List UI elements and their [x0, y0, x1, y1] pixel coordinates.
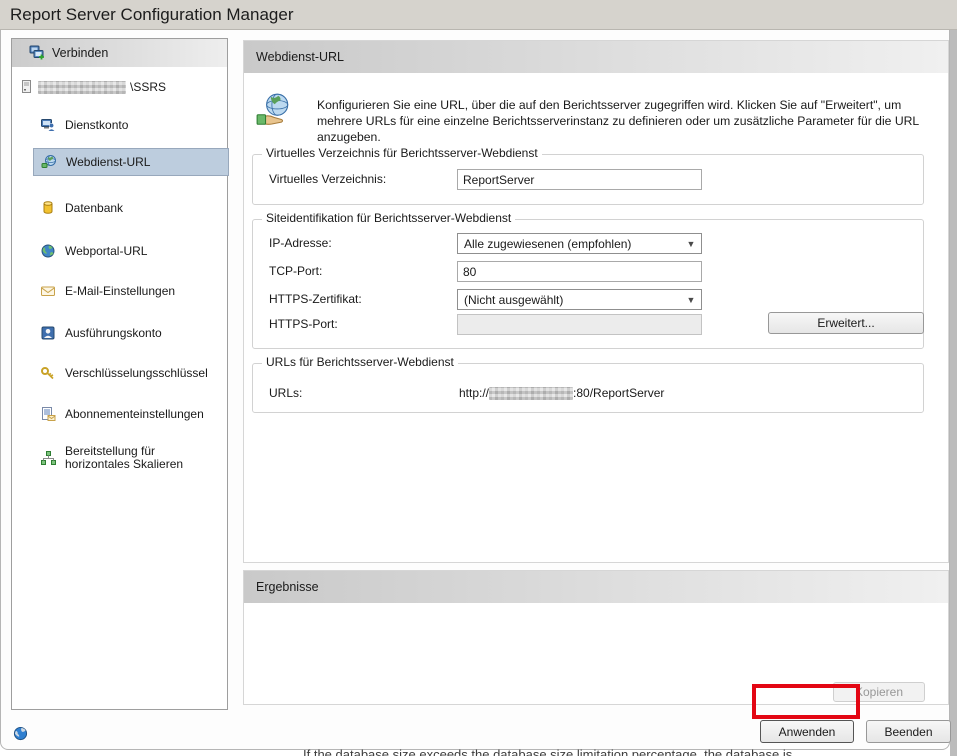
execution-account-icon	[40, 325, 56, 341]
groupbox-title: URLs für Berichtsserver-Webdienst	[262, 356, 458, 369]
https-certificate-label: HTTPS-Zertifikat:	[269, 289, 362, 310]
sidebar-header-label: Verbinden	[52, 46, 108, 60]
apply-button[interactable]: Anwenden	[760, 720, 854, 743]
virtual-directory-label: Virtuelles Verzeichnis:	[269, 169, 386, 190]
tcp-port-label: TCP-Port:	[269, 261, 322, 282]
sidebar-item-webdienst-url[interactable]: Webdienst-URL	[33, 148, 229, 176]
https-certificate-value: (Nicht ausgewählt)	[464, 293, 563, 307]
background-clipped-text: If the database size exceeds the databas…	[303, 747, 957, 756]
sidebar-item-label: Abonnementeinstellungen	[65, 408, 204, 421]
chevron-down-icon: ▼	[681, 295, 701, 305]
sidebar-item-verschluesselungsschluessel[interactable]: Verschlüsselungsschlüssel	[33, 359, 229, 387]
exit-button[interactable]: Beenden	[866, 720, 951, 743]
report-server-url-link[interactable]: http:// :80/ReportServer	[459, 383, 664, 404]
window-title: Report Server Configuration Manager	[10, 5, 293, 25]
globe-hand-icon	[255, 91, 293, 132]
window-right-edge	[950, 30, 957, 756]
sidebar-item-label: Verschlüsselungsschlüssel	[65, 367, 208, 380]
panel-description: Konfigurieren Sie eine URL, über die auf…	[317, 97, 937, 145]
email-settings-icon	[40, 283, 56, 299]
encryption-key-icon	[40, 365, 56, 381]
results-title: Ergebnisse	[256, 580, 319, 594]
sidebar-header-connect: Verbinden	[12, 39, 227, 67]
https-port-input	[457, 314, 702, 335]
groupbox-title: Siteidentifikation für Berichtsserver-We…	[262, 212, 515, 225]
webservice-url-panel: Webdienst-URL Konfigurieren Sie eine URL…	[243, 40, 949, 563]
sidebar-item-label: Webportal-URL	[65, 245, 147, 258]
https-port-label: HTTPS-Port:	[269, 314, 338, 335]
web-service-url-icon	[41, 154, 57, 170]
sidebar-item-label: Webdienst-URL	[66, 156, 150, 169]
masked-server-name	[38, 81, 126, 94]
database-icon	[40, 200, 56, 216]
sidebar-item-label: Bereitstellung für horizontales Skaliere…	[65, 445, 223, 471]
server-instance-suffix: \SSRS	[130, 80, 166, 94]
report-server-configuration-manager-window: Report Server Configuration Manager Verb…	[0, 0, 957, 756]
url-prefix: http://	[459, 386, 489, 400]
annotation-highlight-red-box	[752, 684, 860, 719]
advanced-button[interactable]: Erweitert...	[768, 312, 924, 334]
sidebar-item-label: Datenbank	[65, 202, 123, 215]
panel-title: Webdienst-URL	[256, 50, 344, 64]
status-globe-icon	[13, 726, 28, 744]
web-portal-url-icon	[40, 243, 56, 259]
title-bar: Report Server Configuration Manager	[0, 0, 957, 30]
sidebar-item-ausfuehrungskonto[interactable]: Ausführungskonto	[33, 319, 229, 347]
sidebar-item-dienstkonto[interactable]: Dienstkonto	[33, 111, 229, 139]
masked-hostname	[489, 387, 573, 400]
sidebar-item-abonnementeinstellungen[interactable]: Abonnementeinstellungen	[33, 400, 229, 428]
virtual-directory-input[interactable]	[457, 169, 702, 190]
sidebar-item-email-einstellungen[interactable]: E-Mail-Einstellungen	[33, 277, 229, 305]
scale-out-deployment-icon	[40, 450, 56, 466]
https-certificate-select[interactable]: (Nicht ausgewählt) ▼	[457, 289, 702, 310]
chevron-down-icon: ▼	[681, 239, 701, 249]
connect-computers-icon	[29, 45, 45, 61]
results-header: Ergebnisse	[244, 571, 948, 603]
sidebar-item-label: Dienstkonto	[65, 119, 128, 132]
sidebar-item-label: E-Mail-Einstellungen	[65, 285, 175, 298]
sidebar-item-webportal-url[interactable]: Webportal-URL	[33, 237, 229, 265]
urls-label: URLs:	[269, 383, 302, 404]
sidebar-item-label: Ausführungskonto	[65, 327, 162, 340]
service-account-icon	[40, 117, 56, 133]
groupbox-title: Virtuelles Verzeichnis für Berichtsserve…	[262, 147, 542, 160]
server-tree-node[interactable]: \SSRS	[18, 75, 166, 99]
ip-address-label: IP-Adresse:	[269, 233, 332, 254]
url-suffix: :80/ReportServer	[573, 386, 664, 400]
server-icon	[18, 79, 34, 95]
tcp-port-input[interactable]	[457, 261, 702, 282]
subscription-settings-icon	[40, 406, 56, 422]
ip-address-select[interactable]: Alle zugewiesenen (empfohlen) ▼	[457, 233, 702, 254]
panel-header: Webdienst-URL	[244, 41, 948, 73]
sidebar-item-datenbank[interactable]: Datenbank	[33, 194, 229, 222]
dialog-body: Verbinden \SSRS Dienstkonto Webdien	[0, 30, 950, 750]
sidebar: Verbinden \SSRS Dienstkonto Webdien	[11, 38, 228, 710]
sidebar-item-bereitstellung-skalieren[interactable]: Bereitstellung für horizontales Skaliere…	[33, 438, 229, 478]
ip-address-value: Alle zugewiesenen (empfohlen)	[464, 237, 631, 251]
